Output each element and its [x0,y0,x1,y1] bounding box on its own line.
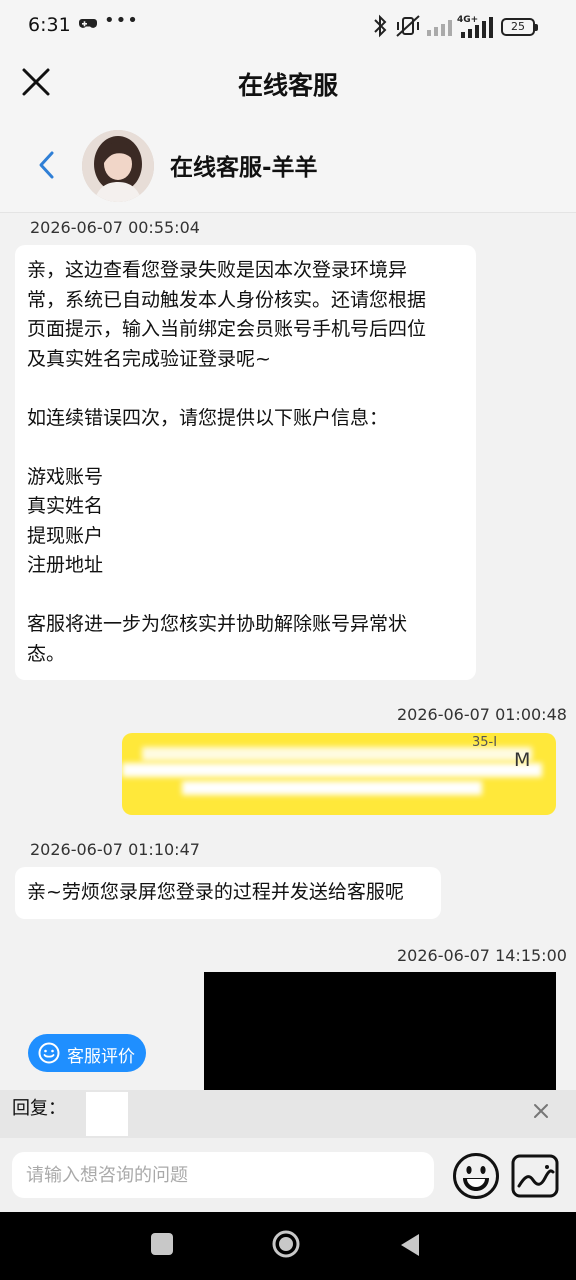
status-bar: 6:31 ••• 4G+ 25 [0,0,576,56]
input-bar [0,1138,576,1212]
message-line: 常，系统已自动触发本人身份核实。还请您根据 [27,288,427,311]
message-line: 客服将进一步为您核实并协助解除账号异常状 [27,613,408,635]
message-line [27,433,464,463]
rate-service-label: 客服评价 [67,1047,135,1067]
video-message[interactable] [204,972,556,1090]
rate-service-button[interactable]: 客服评价 [28,1034,146,1072]
reply-thumbnail [86,1092,128,1136]
battery-indicator: 25 [501,18,538,36]
gamepad-icon [79,19,97,28]
emoji-icon[interactable] [452,1152,500,1200]
close-reply-icon[interactable] [532,1102,550,1120]
reply-preview-bar: 回复： [0,1090,576,1138]
page-title: 在线客服 [237,71,338,100]
message-line: 如连续错误四次，请您提供以下账户信息： [27,406,389,429]
message-line: 真实姓名 [27,495,104,517]
redacted-text-fragment: 35-I [472,735,498,750]
message-line [27,374,464,404]
recent-apps-button[interactable] [151,1233,173,1255]
smile-icon [38,1042,60,1064]
message-line: 游戏账号 [27,465,104,488]
message-line: 提现账户 [27,524,104,547]
message-line [27,581,464,611]
system-nav-bar [0,1212,576,1280]
message-line: 页面提示，输入当前绑定会员账号手机号后四位 [27,318,427,340]
message-timestamp: 2026-06-07 01:00:48 [397,705,567,724]
message-timestamp: 2026-06-07 01:10:47 [30,840,200,859]
message-text: 亲~劳烦您录屏您登录的过程并发送给客服呢 [27,881,404,903]
agent-avatar[interactable] [82,130,154,202]
message-line: 亲，这边查看您登录失败是因本次登录环境异 [27,259,408,281]
agent-message-bubble: 亲~劳烦您录屏您登录的过程并发送给客服呢 [15,867,441,919]
network-label: 4G+ [457,15,478,25]
vibrate-mute-icon [396,15,420,37]
agent-message-bubble: 亲，这边查看您登录失败是因本次登录环境异 常，系统已自动触发本人身份核实。还请您… [15,245,476,680]
message-line: 及真实姓名完成验证登录呢~ [27,347,271,370]
redaction-mark [122,763,542,777]
top-header: 在线客服 [0,56,576,108]
status-more-dots: ••• [104,10,139,31]
signal-4g-icon: 4G+ [457,15,493,38]
signal-weak-icon [427,20,452,36]
home-button[interactable] [272,1230,300,1258]
message-timestamp: 2026-06-07 14:15:00 [397,946,567,965]
redaction-mark [182,781,482,795]
message-line: 注册地址 [27,554,104,576]
message-line: 态。 [27,642,66,665]
question-input[interactable] [12,1152,434,1198]
chevron-left-icon[interactable] [36,150,58,180]
back-button[interactable] [398,1232,422,1258]
redacted-text-fragment: M [514,749,531,771]
message-timestamp: 2026-06-07 00:55:04 [30,218,200,237]
user-message-bubble: 35-I M [122,733,556,815]
avatar-image [82,130,154,202]
reply-label: 回复： [12,1098,66,1119]
bluetooth-icon [374,14,387,38]
image-icon[interactable] [511,1154,559,1198]
agent-name: 在线客服-羊羊 [170,155,318,181]
agent-bar: 在线客服-羊羊 [0,108,576,213]
status-time: 6:31 [28,14,71,36]
